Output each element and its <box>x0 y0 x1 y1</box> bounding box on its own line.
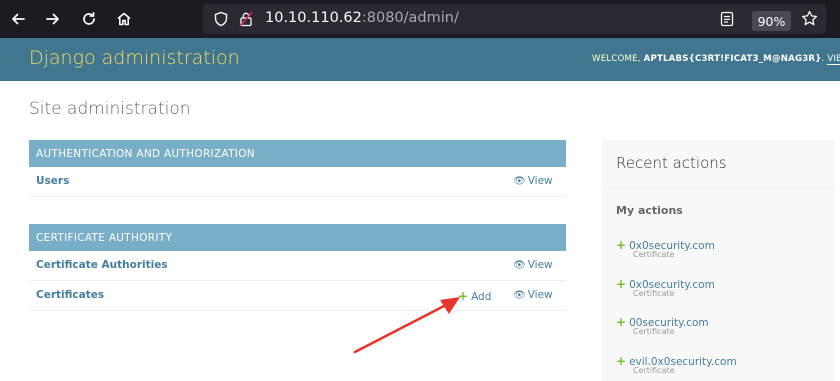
table-row: Certificates + Add 👁 View <box>29 281 566 311</box>
add-button[interactable]: + Add <box>458 289 491 303</box>
module-caption[interactable]: AUTHENTICATION AND AUTHORIZATION <box>29 140 566 167</box>
home-icon[interactable] <box>114 9 134 29</box>
table-row: Users 👁 View <box>29 167 566 197</box>
action-type: Certificate <box>633 250 675 259</box>
zoom-level[interactable]: 90% <box>752 11 791 31</box>
model-link-certificates[interactable]: Certificates <box>36 289 104 301</box>
reload-icon[interactable] <box>79 9 99 29</box>
url-text[interactable]: 10.10.110.62:8080/admin/ <box>265 10 459 26</box>
recent-actions-title: Recent actions <box>616 154 727 172</box>
forward-arrow-icon[interactable] <box>43 9 63 29</box>
plus-icon: + <box>616 238 627 252</box>
welcome-text: WELCOME, <box>592 54 644 64</box>
view-button[interactable]: 👁 View <box>513 259 553 271</box>
username: APTLABS{C3RT!FICAT3_M@NAG3R} <box>643 54 822 64</box>
url-host: 10.10.110.62 <box>265 10 362 26</box>
list-item: +00security.com Certificate <box>616 311 826 336</box>
site-branding[interactable]: Django administration <box>29 47 240 69</box>
plus-icon: + <box>458 289 469 303</box>
view-label: View <box>527 259 553 271</box>
list-item: + evil.0x0security.com Certificate <box>616 350 826 375</box>
model-link-users[interactable]: Users <box>36 175 69 187</box>
browser-toolbar: 10.10.110.62:8080/admin/ 90% <box>0 0 840 38</box>
action-type: Certificate <box>633 289 675 298</box>
my-actions-heading: My actions <box>616 204 683 217</box>
eye-icon: 👁 <box>513 290 526 301</box>
view-button[interactable]: 👁 View <box>513 289 553 301</box>
view-label: View <box>527 289 553 301</box>
model-link-certificate-authorities[interactable]: Certificate Authorities <box>36 259 168 271</box>
url-bar[interactable]: 10.10.110.62:8080/admin/ 90% <box>203 4 826 34</box>
plus-icon: + <box>616 277 627 291</box>
shield-icon[interactable] <box>214 11 228 31</box>
lock-icon[interactable] <box>239 11 253 31</box>
back-arrow-icon[interactable] <box>8 9 28 29</box>
view-site-link[interactable]: VIE <box>827 54 840 65</box>
action-type: Certificate <box>633 327 675 336</box>
django-header: Django administration WELCOME, APTLABS{C… <box>0 38 840 81</box>
action-type: Certificate <box>633 366 675 375</box>
eye-icon: 👁 <box>513 176 526 187</box>
plus-icon: + <box>616 315 627 329</box>
module-caption[interactable]: CERTIFICATE AUTHORITY <box>29 224 566 251</box>
recent-actions-panel: Recent actions My actions +0x0security.c… <box>602 140 835 381</box>
module-certificate-authority: CERTIFICATE AUTHORITY Certificate Author… <box>29 224 566 311</box>
list-item: +0x0security.com Certificate <box>616 273 826 298</box>
user-tools: WELCOME, APTLABS{C3RT!FICAT3_M@NAG3R}. V… <box>592 54 840 65</box>
module-auth: AUTHENTICATION AND AUTHORIZATION Users 👁… <box>29 140 566 197</box>
url-path: :8080/admin/ <box>361 10 459 26</box>
divider <box>602 188 835 189</box>
plus-icon: + <box>616 354 627 368</box>
table-row: Certificate Authorities 👁 View <box>29 251 566 281</box>
reader-icon[interactable] <box>720 11 734 31</box>
add-label: Add <box>471 291 492 303</box>
page-title: Site administration <box>29 99 191 119</box>
view-label: View <box>527 175 553 187</box>
eye-icon: 👁 <box>513 260 526 271</box>
list-item: +0x0security.com Certificate <box>616 234 826 259</box>
view-button[interactable]: 👁 View <box>513 175 553 187</box>
star-icon[interactable] <box>801 10 818 31</box>
